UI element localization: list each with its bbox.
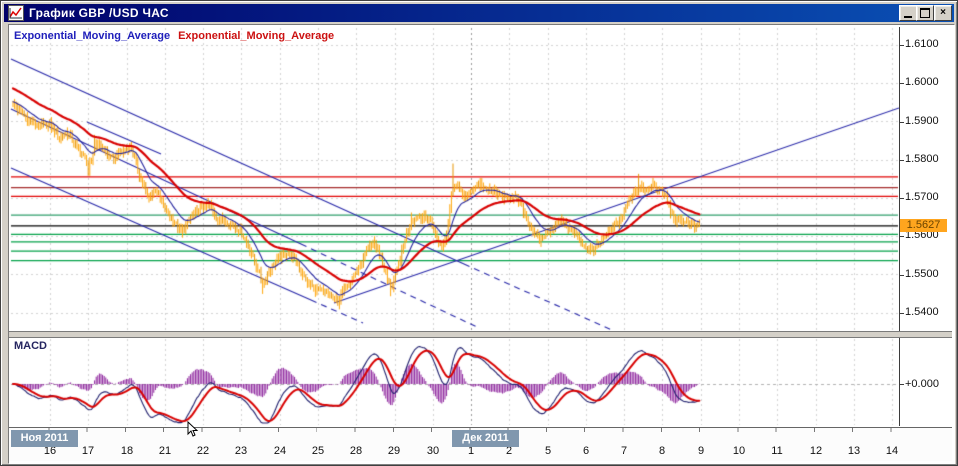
axis-tick-mark (899, 83, 904, 84)
price-tick: 1.6000 (905, 76, 939, 88)
day-label: 18 (120, 445, 134, 457)
price-tick: 1.5900 (905, 115, 939, 127)
axis-tick-mark (899, 45, 904, 46)
chart-app-icon (8, 5, 24, 21)
maximize-icon (920, 8, 930, 18)
macd-zero-label: +0.000 (905, 378, 939, 390)
axis-tick-mark (899, 160, 904, 161)
day-label: 12 (809, 445, 823, 457)
price-axis (899, 27, 951, 331)
minimize-button[interactable] (899, 5, 917, 21)
price-tick: 1.5800 (905, 153, 939, 165)
month-badge-dec: Дек 2011 (452, 430, 519, 447)
day-label: 21 (158, 445, 172, 457)
day-label: 17 (81, 445, 95, 457)
axis-tick-mark (899, 313, 904, 314)
axis-tick-mark (899, 122, 904, 123)
chart-window: График GBP /USD ЧАС × Exponential_Moving… (0, 0, 958, 466)
indicator-legend: Exponential_Moving_Average Exponential_Mo… (14, 30, 334, 42)
price-tick: 1.6100 (905, 38, 939, 50)
day-label: 25 (311, 445, 325, 457)
window-title: График GBP /USD ЧАС (29, 6, 169, 20)
macd-chart-canvas[interactable] (10, 338, 899, 426)
axis-tick-mark (899, 384, 904, 385)
month-badge-nov: Ноя 2011 (11, 430, 78, 447)
macd-label: MACD (14, 340, 47, 352)
day-label: 6 (582, 445, 590, 457)
maximize-button[interactable] (916, 5, 934, 21)
ema-fast-legend: Exponential_Moving_Average (14, 30, 171, 42)
price-chart-canvas[interactable] (10, 27, 899, 331)
day-label: 7 (620, 445, 628, 457)
day-label: 11 (771, 445, 783, 457)
day-label: 13 (847, 445, 861, 457)
day-label: 9 (697, 445, 705, 457)
titlebar[interactable]: График GBP /USD ЧАС (4, 4, 954, 22)
axis-tick-mark (899, 275, 904, 276)
day-label: 10 (732, 445, 746, 457)
day-label: 23 (234, 445, 248, 457)
day-label: 5 (544, 445, 552, 457)
mouse-cursor-icon (187, 421, 199, 437)
day-label: 29 (387, 445, 401, 457)
ema-slow-legend: Exponential_Moving_Average (178, 30, 335, 42)
day-label: 30 (426, 445, 440, 457)
price-tick: 1.5500 (905, 268, 939, 280)
close-button[interactable]: × (934, 5, 952, 21)
day-label: 22 (196, 445, 210, 457)
panel-separator[interactable] (9, 331, 952, 338)
axis-tick-mark (899, 198, 904, 199)
price-tick: 1.5700 (905, 191, 939, 203)
minimize-icon (904, 15, 912, 18)
day-label: 28 (349, 445, 363, 457)
current-price-badge: 1.5627 (900, 219, 947, 232)
day-label: 8 (658, 445, 666, 457)
axis-tick-mark (899, 236, 904, 237)
day-label: 14 (885, 445, 899, 457)
close-icon: × (940, 7, 946, 18)
price-tick: 1.5400 (905, 306, 939, 318)
day-label: 24 (273, 445, 287, 457)
